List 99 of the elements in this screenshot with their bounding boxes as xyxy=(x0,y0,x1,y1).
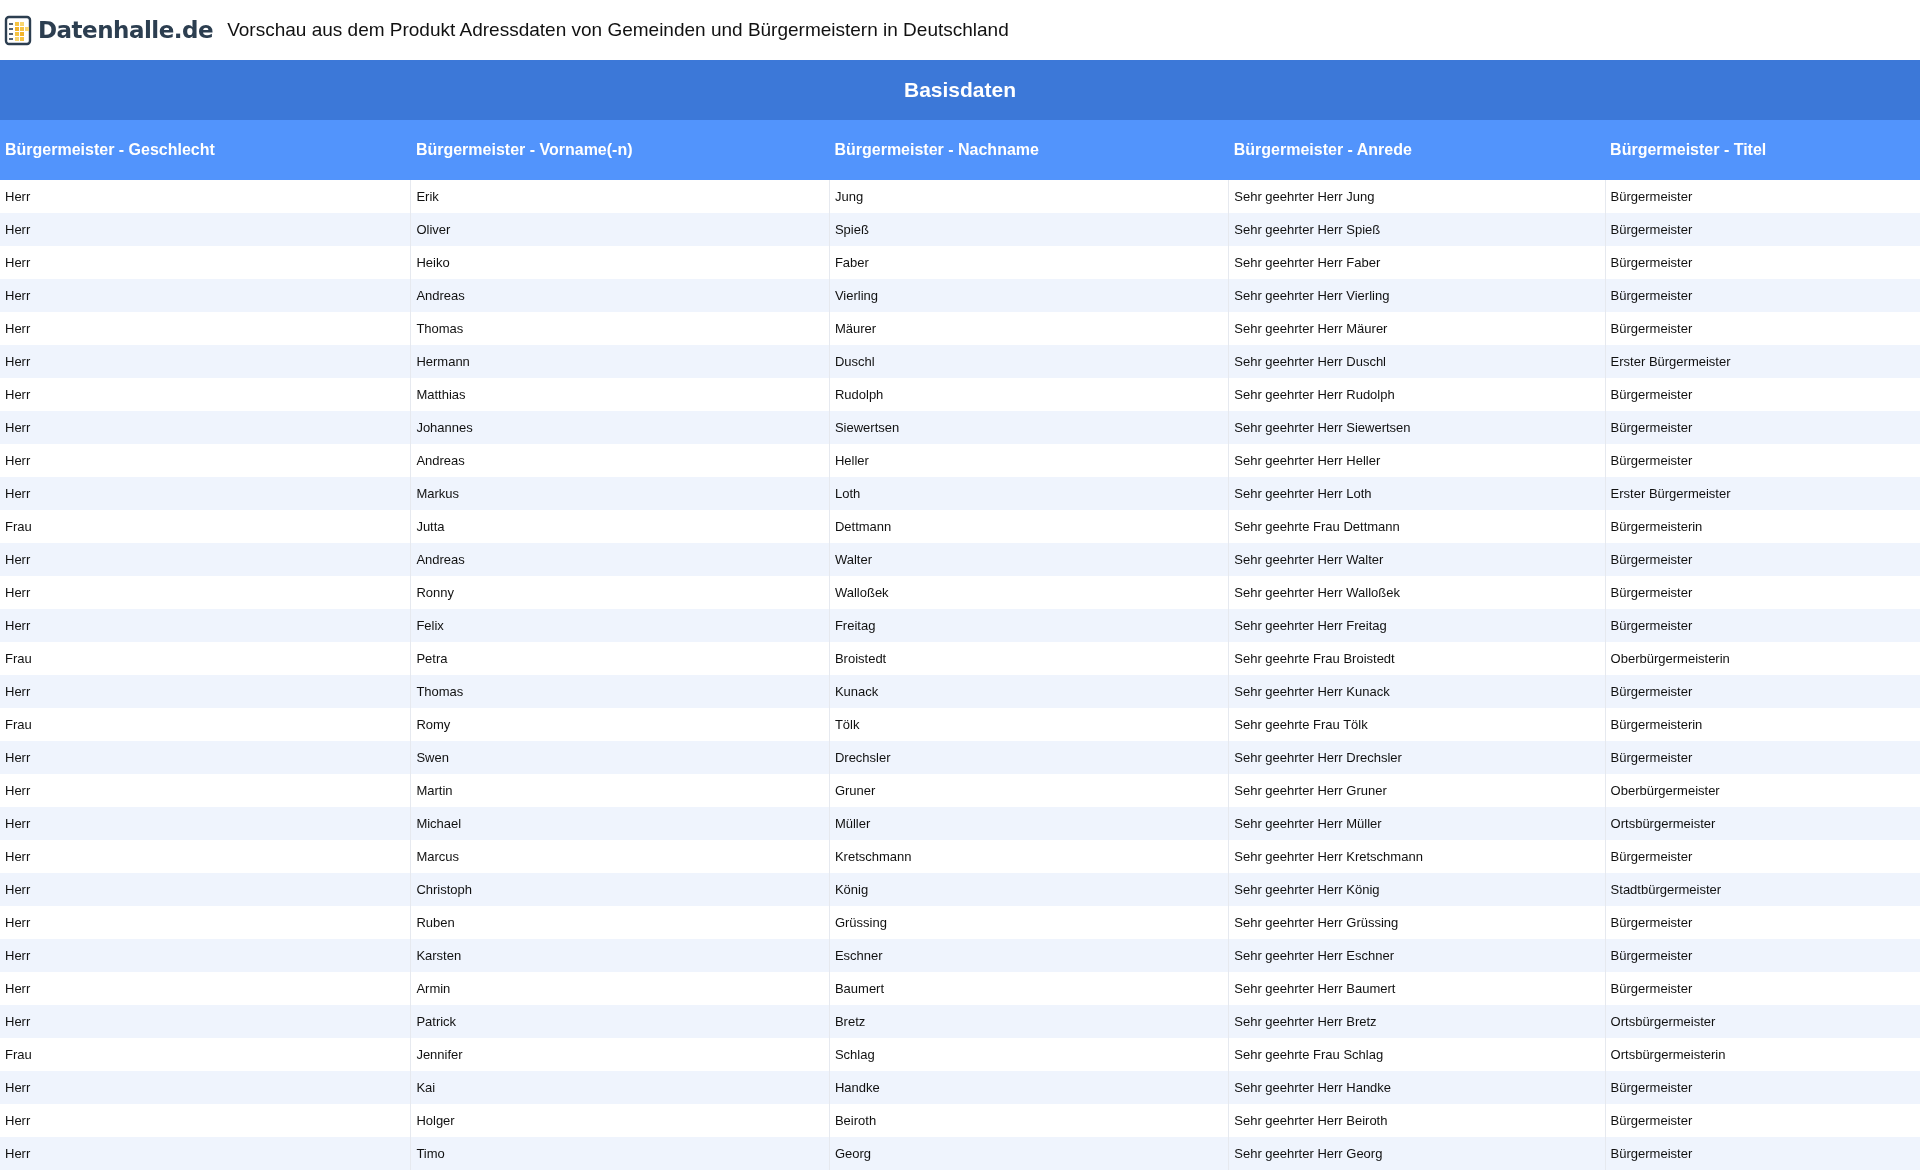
table-cell: Sehr geehrter Herr Spieß xyxy=(1228,213,1606,246)
table-cell: Vierling xyxy=(829,279,1229,312)
table-cell: Herr xyxy=(0,840,411,873)
table-cell: Bürgermeister xyxy=(1605,543,1920,576)
database-grid-icon xyxy=(4,14,34,46)
column-header: Bürgermeister - Vorname(-n) xyxy=(410,120,830,180)
table-cell: Herr xyxy=(0,609,411,642)
table-cell: Herr xyxy=(0,1104,411,1137)
table-cell: Frau xyxy=(0,642,411,675)
table-cell: Andreas xyxy=(410,279,830,312)
table-cell: Herr xyxy=(0,675,411,708)
table-cell: Herr xyxy=(0,873,411,906)
table-cell: Bürgermeister xyxy=(1605,1071,1920,1104)
table-cell: Bürgermeister xyxy=(1605,411,1920,444)
table-cell: Swen xyxy=(410,741,830,774)
table-cell: Frau xyxy=(0,510,411,543)
page-title: Vorschau aus dem Produkt Adressdaten von Gemeinden und Bürgermeistern in Deutschland xyxy=(227,19,1009,41)
table-cell: Andreas xyxy=(410,543,830,576)
table-cell: Timo xyxy=(410,1137,830,1170)
table-cell: Sehr geehrter Herr König xyxy=(1228,873,1606,906)
table-cell: Bürgermeister xyxy=(1605,213,1920,246)
table-cell: Sehr geehrter Herr Drechsler xyxy=(1228,741,1606,774)
table-cell: Bürgermeister xyxy=(1605,741,1920,774)
table-cell: Herr xyxy=(0,741,411,774)
table-cell: Bürgermeister xyxy=(1605,675,1920,708)
table-cell: Siewertsen xyxy=(829,411,1229,444)
table-cell: Johannes xyxy=(410,411,830,444)
section-title: Basisdaten xyxy=(903,78,1016,102)
table-cell: Sehr geehrter Herr Walter xyxy=(1228,543,1606,576)
table-cell: Loth xyxy=(829,477,1229,510)
table-cell: Sehr geehrter Herr Bretz xyxy=(1228,1005,1606,1038)
table-cell: Stadtbürgermeister xyxy=(1605,873,1920,906)
table-cell: Handke xyxy=(829,1071,1229,1104)
table-cell: Sehr geehrter Herr Müller xyxy=(1228,807,1606,840)
table-cell: Spieß xyxy=(829,213,1229,246)
table-cell: Drechsler xyxy=(829,741,1229,774)
table-cell: Sehr geehrter Herr Georg xyxy=(1228,1137,1606,1170)
table-cell: Frau xyxy=(0,1038,411,1071)
table-cell: Patrick xyxy=(410,1005,830,1038)
table-cell: Kai xyxy=(410,1071,830,1104)
table-cell: Hermann xyxy=(410,345,830,378)
table-cell: Herr xyxy=(0,411,411,444)
table-cell: Herr xyxy=(0,906,411,939)
table-cell: Markus xyxy=(410,477,830,510)
table-cell: Michael xyxy=(410,807,830,840)
table-cell: Herr xyxy=(0,279,411,312)
table-cell: Bretz xyxy=(829,1005,1229,1038)
table-cell: Erster Bürgermeister xyxy=(1605,345,1920,378)
table-cell: Herr xyxy=(0,312,411,345)
logo-text[interactable]: Datenhalle.de xyxy=(38,17,214,43)
table-cell: Freitag xyxy=(829,609,1229,642)
table-cell: Bürgermeister xyxy=(1605,609,1920,642)
table-cell: Christoph xyxy=(410,873,830,906)
table-cell: Sehr geehrter Herr Siewertsen xyxy=(1228,411,1606,444)
table-cell: Herr xyxy=(0,213,411,246)
table-cell: Herr xyxy=(0,939,411,972)
table-cell: Frau xyxy=(0,708,411,741)
table-cell: Kunack xyxy=(829,675,1229,708)
table-cell: Herr xyxy=(0,807,411,840)
table-cell: Herr xyxy=(0,972,411,1005)
table-cell: Duschl xyxy=(829,345,1229,378)
table-cell: Sehr geehrter Herr Loth xyxy=(1228,477,1606,510)
table-cell: Müller xyxy=(829,807,1229,840)
table-cell: Erster Bürgermeister xyxy=(1605,477,1920,510)
column-header: Bürgermeister - Geschlecht xyxy=(0,120,411,180)
table-cell: Sehr geehrter Herr Eschner xyxy=(1228,939,1606,972)
table-cell: Bürgermeister xyxy=(1605,279,1920,312)
table-cell: König xyxy=(829,873,1229,906)
table-cell: Sehr geehrter Herr Vierling xyxy=(1228,279,1606,312)
table-cell: Herr xyxy=(0,477,411,510)
table-cell: Karsten xyxy=(410,939,830,972)
table-cell: Thomas xyxy=(410,675,830,708)
table-cell: Ortsbürgermeister xyxy=(1605,807,1920,840)
table-cell: Georg xyxy=(829,1137,1229,1170)
table-cell: Bürgermeister xyxy=(1605,939,1920,972)
table-cell: Herr xyxy=(0,576,411,609)
table-cell: Herr xyxy=(0,180,411,213)
table-cell: Herr xyxy=(0,345,411,378)
table-cell: Sehr geehrter Herr Duschl xyxy=(1228,345,1606,378)
table-cell: Herr xyxy=(0,246,411,279)
table-cell: Herr xyxy=(0,378,411,411)
column-header: Bürgermeister - Nachname xyxy=(829,120,1229,180)
table-cell: Herr xyxy=(0,1005,411,1038)
table-cell: Ortsbürgermeister xyxy=(1605,1005,1920,1038)
table-cell: Oliver xyxy=(410,213,830,246)
table-cell: Herr xyxy=(0,774,411,807)
table-cell: Sehr geehrter Herr Handke xyxy=(1228,1071,1606,1104)
table-cell: Herr xyxy=(0,444,411,477)
column-header: Bürgermeister - Anrede xyxy=(1228,120,1606,180)
table-cell: Herr xyxy=(0,543,411,576)
table-cell: Sehr geehrter Herr Freitag xyxy=(1228,609,1606,642)
table-cell: Eschner xyxy=(829,939,1229,972)
table-cell: Herr xyxy=(0,1071,411,1104)
table-cell: Sehr geehrter Herr Kunack xyxy=(1228,675,1606,708)
table-cell: Walter xyxy=(829,543,1229,576)
table-cell: Felix xyxy=(410,609,830,642)
column-header: Bürgermeister - Titel xyxy=(1605,120,1920,180)
table-cell: Herr xyxy=(0,1137,411,1170)
table-cell: Bürgermeister xyxy=(1605,1137,1920,1170)
